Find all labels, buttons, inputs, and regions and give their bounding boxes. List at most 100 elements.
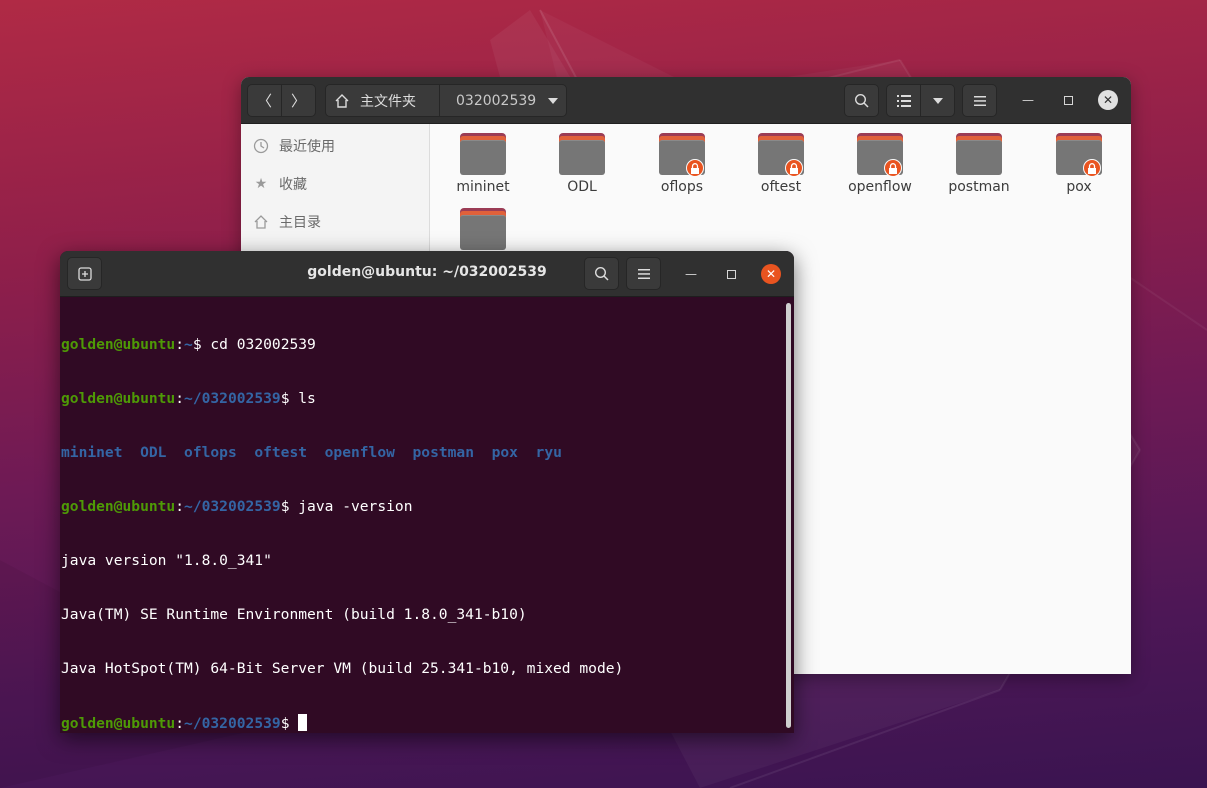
command-text: $ cd 032002539 [192, 336, 316, 353]
output-line: Java HotSpot(TM) 64-Bit Server VM (build… [61, 660, 624, 677]
folder-item[interactable]: oftest [735, 124, 827, 200]
terminal-search-button[interactable] [584, 257, 619, 290]
terminal-maximize-button[interactable] [721, 264, 741, 284]
path-home-button[interactable]: 主文件夹 [326, 85, 440, 116]
files-headerbar: 〈 〉 主文件夹 032002539 — ✕ [241, 77, 1131, 124]
sidebar-item-label: 主目录 [279, 215, 321, 231]
star-icon: ★ [254, 176, 268, 192]
forward-button[interactable]: 〉 [281, 84, 316, 117]
ls-output-line: mininet ODL oflops oftest openflow postm… [61, 444, 781, 462]
close-button[interactable]: ✕ [1098, 90, 1118, 110]
minimize-button[interactable]: — [1018, 90, 1038, 110]
folder-icon [1056, 133, 1102, 177]
list-view-icon [896, 94, 911, 107]
folder-item[interactable]: openflow [834, 124, 926, 200]
path-home-label: 主文件夹 [360, 93, 416, 110]
command-text: $ [280, 715, 299, 732]
folder-item[interactable]: postman [933, 124, 1025, 200]
folder-label: postman [948, 179, 1010, 195]
terminal-title: golden@ubuntu: ~/032002539 [307, 264, 547, 280]
folder-item[interactable]: pox [1033, 124, 1125, 200]
sidebar-item-recent[interactable]: 最近使用 [253, 134, 335, 158]
ls-entry: ODL [140, 444, 167, 461]
folder-label: oflops [660, 179, 704, 195]
prompt-path: ~/032002539 [184, 715, 281, 732]
new-tab-icon [77, 266, 92, 281]
folder-item[interactable]: oflops [636, 124, 728, 200]
terminal-output[interactable]: golden@ubuntu:~$ cd 032002539 golden@ubu… [61, 300, 781, 732]
lock-icon [884, 159, 902, 177]
hamburger-icon [973, 95, 986, 106]
folder-icon [758, 133, 804, 177]
prompt-path: ~/032002539 [184, 390, 281, 407]
terminal-minimize-button[interactable]: — [681, 264, 701, 284]
folder-label: mininet [456, 179, 510, 195]
maximize-button[interactable] [1058, 90, 1078, 110]
prompt-user: golden@ubuntu [61, 498, 176, 515]
minimize-icon: — [1022, 93, 1034, 107]
files-menu-button[interactable] [962, 84, 997, 117]
folder-icon [460, 208, 506, 250]
prompt-path: ~/032002539 [184, 498, 281, 515]
search-icon [594, 266, 609, 281]
command-text: $ ls [280, 390, 316, 407]
folder-item[interactable]: mininet [437, 124, 529, 200]
folder-icon [956, 133, 1002, 175]
ls-entry: mininet [61, 444, 123, 461]
new-tab-button[interactable] [67, 257, 102, 290]
prompt-path: ~ [184, 336, 193, 353]
folder-icon [857, 133, 903, 177]
back-button[interactable]: 〈 [247, 84, 282, 117]
minimize-icon: — [685, 267, 697, 281]
ls-entry: oftest [254, 444, 308, 461]
folder-label: ODL [567, 179, 597, 195]
prompt-user: golden@ubuntu [61, 390, 176, 407]
folder-icon [559, 133, 605, 175]
command-text: $ java -version [280, 498, 413, 515]
text-cursor [298, 714, 308, 731]
maximize-icon [1063, 95, 1073, 105]
terminal-line: golden@ubuntu:~/032002539$ ls [61, 390, 316, 407]
ls-entry: postman [412, 444, 475, 461]
chevron-left-icon: 〈 [256, 92, 272, 110]
view-options-button[interactable] [920, 84, 955, 117]
sidebar-item-label: 收藏 [279, 177, 307, 193]
list-view-button[interactable] [886, 84, 921, 117]
lock-icon [1083, 159, 1101, 177]
ls-entry: oflops [184, 444, 237, 461]
caret-down-icon [932, 97, 943, 104]
output-line: Java(TM) SE Runtime Environment (build 1… [61, 606, 527, 623]
hamburger-icon [637, 268, 650, 279]
terminal-line: golden@ubuntu:~$ cd 032002539 [61, 336, 316, 353]
chevron-right-icon: 〉 [290, 92, 306, 110]
lock-icon [686, 159, 704, 177]
path-current-label: 032002539 [456, 92, 537, 109]
sidebar-item-home[interactable]: 主目录 [253, 210, 321, 234]
terminal-line: golden@ubuntu:~/032002539$ [61, 714, 781, 732]
terminal-line: golden@ubuntu:~/032002539$ java -version [61, 498, 413, 515]
folder-item[interactable]: ODL [536, 124, 628, 200]
caret-down-icon [548, 97, 559, 104]
folder-label: openflow [848, 179, 912, 195]
clock-icon [253, 138, 269, 154]
prompt-user: golden@ubuntu [61, 715, 176, 732]
terminal-headerbar: golden@ubuntu: ~/032002539 — ✕ [60, 251, 794, 297]
close-icon: ✕ [1102, 93, 1114, 107]
home-icon [254, 215, 268, 229]
folder-icon [659, 133, 705, 177]
prompt-user: golden@ubuntu [61, 336, 176, 353]
lock-icon [785, 159, 803, 177]
terminal-scrollbar[interactable] [786, 303, 791, 728]
sidebar-item-label: 最近使用 [279, 139, 335, 155]
folder-label: pox [1066, 179, 1092, 195]
terminal-close-button[interactable]: ✕ [761, 264, 781, 284]
sidebar-item-starred[interactable]: ★ 收藏 [253, 172, 307, 196]
ls-entry: pox [491, 444, 518, 461]
folder-icon [460, 133, 506, 175]
terminal-window: golden@ubuntu: ~/032002539 — ✕ golden@ub… [60, 251, 794, 733]
path-current-button[interactable]: 032002539 [440, 85, 566, 116]
output-line: java version "1.8.0_341" [61, 552, 272, 569]
search-button[interactable] [844, 84, 879, 117]
search-icon [854, 93, 869, 108]
terminal-menu-button[interactable] [626, 257, 661, 290]
